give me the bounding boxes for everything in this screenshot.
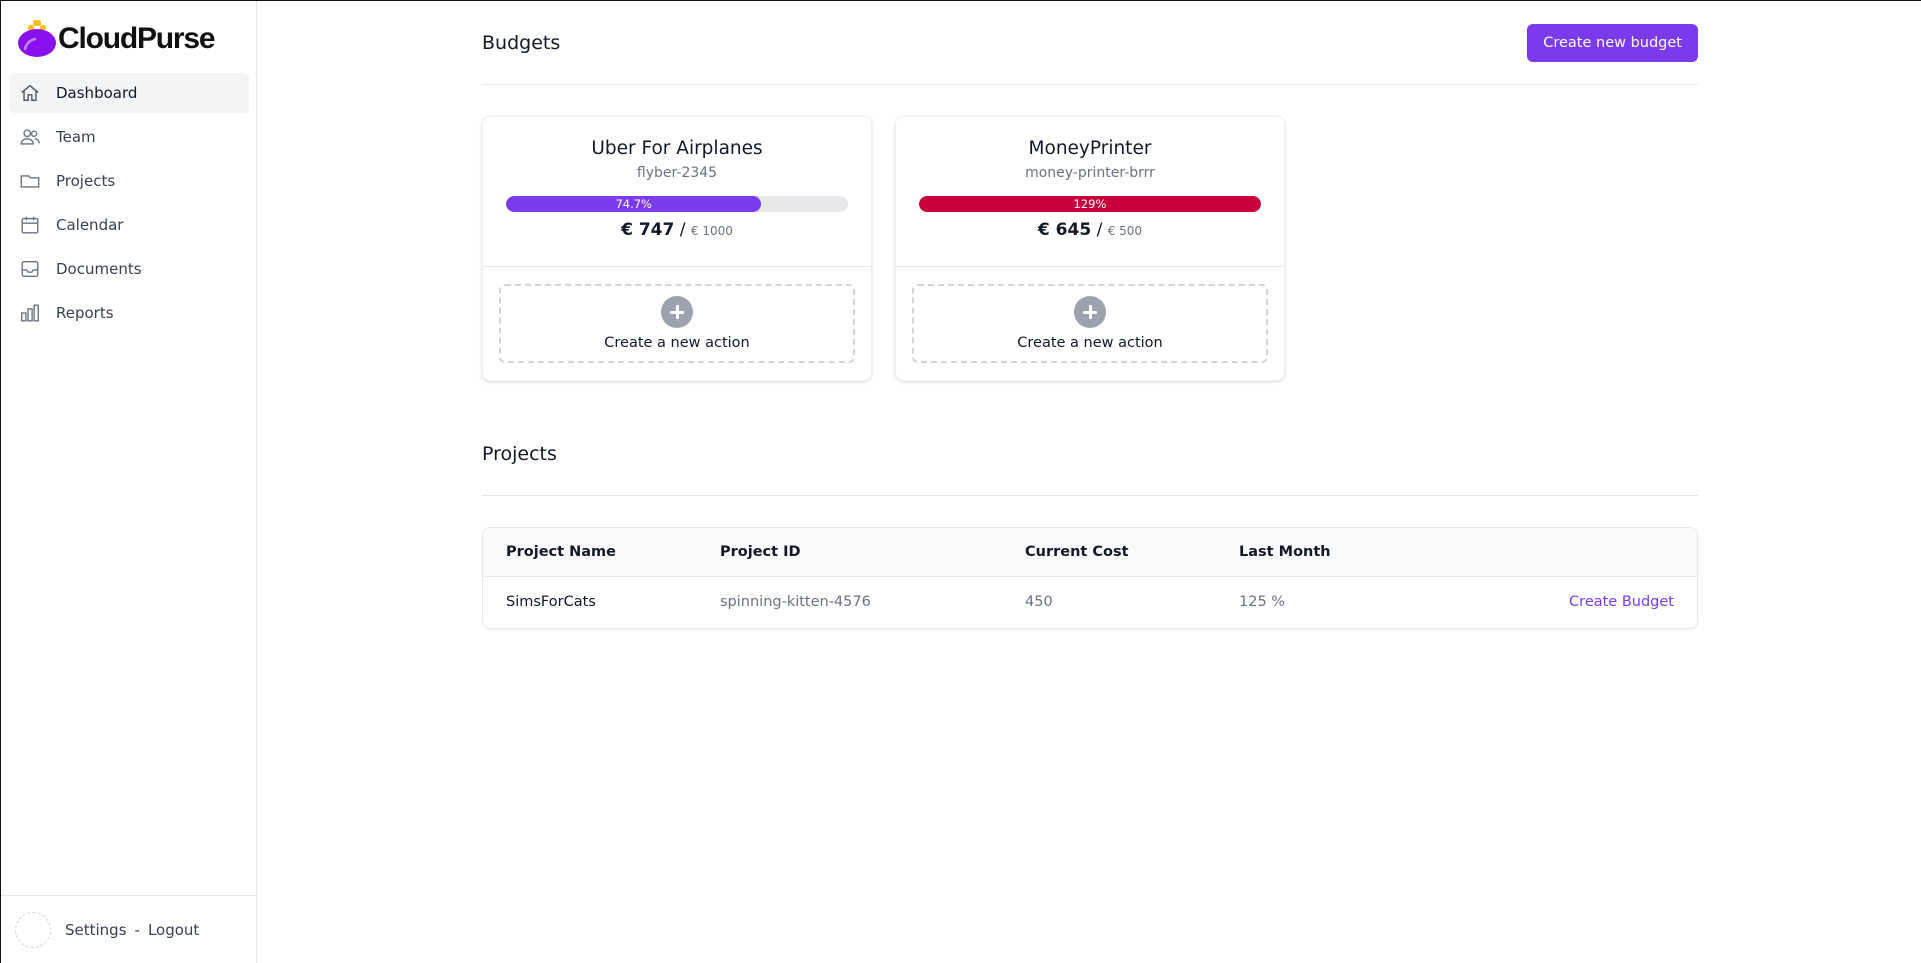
budget-current-amount: € 645: [1037, 220, 1092, 240]
column-header-actions: [1489, 528, 1697, 576]
budget-card-summary: Uber For Airplanes flyber-2345 74.7% € 7…: [483, 117, 871, 267]
table-row: SimsForCats spinning-kitten-4576 450 125…: [483, 576, 1697, 628]
budget-cards: Uber For Airplanes flyber-2345 74.7% € 7…: [482, 116, 1698, 381]
budget-amount-separator: /: [679, 220, 686, 240]
budget-progress-fill: 74.7%: [506, 196, 762, 212]
sidebar-item-calendar[interactable]: Calendar: [9, 205, 249, 245]
budget-progress-fill: 129%: [919, 196, 1261, 212]
home-icon: [19, 82, 41, 104]
plus-circle-icon: [661, 296, 693, 328]
avatar[interactable]: [15, 911, 51, 948]
budget-limit-amount: € 500: [1107, 224, 1143, 238]
projects-header: Projects: [482, 439, 1698, 496]
budget-current-amount: € 747: [621, 220, 675, 240]
sidebar-item-dashboard[interactable]: Dashboard: [9, 73, 249, 113]
current-cost-cell: 450: [1025, 594, 1053, 611]
column-header-project-name: Project Name: [506, 543, 616, 560]
create-budget-link[interactable]: Create Budget: [1569, 594, 1674, 610]
budgets-header: Budgets Create new budget: [482, 1, 1698, 85]
sidebar-item-label: Reports: [56, 304, 114, 322]
budget-card-project-id: flyber-2345: [636, 165, 718, 181]
budget-card: Uber For Airplanes flyber-2345 74.7% € 7…: [482, 116, 872, 381]
logout-link[interactable]: Logout: [148, 921, 199, 939]
sidebar-item-projects[interactable]: Projects: [9, 161, 249, 201]
create-action-button[interactable]: Create a new action: [912, 284, 1268, 363]
project-name-cell: SimsForCats: [506, 594, 596, 611]
last-month-cell: 125 %: [1239, 594, 1286, 611]
purse-logo-icon: [17, 19, 57, 59]
budget-limit-amount: € 1000: [690, 224, 733, 238]
column-header-last-month: Last Month: [1239, 543, 1331, 560]
budget-card: MoneyPrinter money-printer-brrr 129% € 6…: [895, 116, 1285, 381]
chart-bar-icon: [19, 302, 41, 324]
inbox-icon: [19, 258, 41, 280]
create-budget-button[interactable]: Create new budget: [1527, 23, 1698, 62]
sidebar-item-label: Documents: [56, 260, 142, 278]
create-action-label: Create a new action: [604, 335, 750, 351]
create-action-label: Create a new action: [1017, 335, 1163, 351]
budget-card-title: MoneyPrinter: [1028, 138, 1152, 159]
sidebar-item-reports[interactable]: Reports: [9, 293, 249, 333]
settings-link[interactable]: Settings: [65, 921, 127, 939]
app-name: CloudPurse: [58, 22, 216, 55]
budget-amount-separator: /: [1096, 220, 1103, 240]
budget-amounts: € 747 / € 1000: [483, 220, 871, 240]
sidebar-item-team[interactable]: Team: [9, 117, 249, 157]
budget-card-title: Uber For Airplanes: [591, 138, 763, 159]
budget-progress-bar: 74.7%: [506, 196, 848, 212]
create-action-button[interactable]: Create a new action: [499, 284, 855, 363]
users-icon: [19, 126, 41, 148]
budget-card-project-id: money-printer-brrr: [1025, 165, 1155, 181]
project-id-cell: spinning-kitten-4576: [720, 594, 871, 611]
sidebar-item-documents[interactable]: Documents: [9, 249, 249, 289]
table-header-row: Project Name Project ID Current Cost Las…: [483, 528, 1697, 576]
sidebar-nav: Dashboard Team Projects Calendar Documen…: [9, 73, 249, 337]
budget-progress-bar: 129%: [919, 196, 1261, 212]
column-header-project-id: Project ID: [720, 543, 801, 560]
budget-amounts: € 645 / € 500: [896, 220, 1284, 240]
sidebar-footer: Settings - Logout: [1, 895, 257, 963]
budgets-title: Budgets: [482, 31, 561, 54]
column-header-current-cost: Current Cost: [1025, 543, 1129, 560]
sidebar-item-label: Dashboard: [56, 84, 138, 102]
projects-title: Projects: [482, 443, 557, 465]
folder-icon: [19, 170, 41, 192]
sidebar-item-label: Team: [56, 128, 96, 146]
sidebar-item-label: Projects: [56, 172, 116, 190]
projects-table: Project Name Project ID Current Cost Las…: [482, 527, 1698, 629]
budget-card-summary: MoneyPrinter money-printer-brrr 129% € 6…: [896, 117, 1284, 267]
sidebar-item-label: Calendar: [56, 216, 124, 234]
footer-separator: -: [134, 920, 140, 939]
calendar-icon: [19, 214, 41, 236]
sidebar: CloudPurse Dashboard Team Projects Calen…: [1, 1, 257, 963]
main-content: Budgets Create new budget Uber For Airpl…: [482, 1, 1698, 629]
plus-circle-icon: [1074, 296, 1106, 328]
logo[interactable]: CloudPurse: [17, 19, 216, 59]
